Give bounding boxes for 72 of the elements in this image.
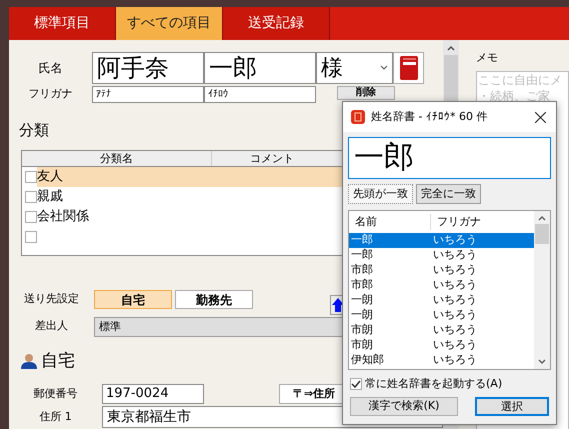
field-label: フリガナ — [28, 86, 74, 102]
honorific-dropdown[interactable]: 様 — [316, 52, 393, 84]
dictionary-button[interactable] — [393, 52, 424, 84]
furigana-cell-text: いちろう — [433, 247, 477, 264]
name-row[interactable]: 一郎 いちろう — [349, 248, 534, 263]
name-cell-text: 市郎 — [350, 262, 374, 278]
match-mode-button[interactable]: 完全に一致 — [416, 184, 481, 204]
last-furigana-field[interactable]: ｱﾃﾅ — [92, 86, 204, 103]
field-label: 郵便番号 — [32, 386, 78, 402]
section-heading: 分類 — [19, 120, 49, 141]
checkbox-label: 常に姓名辞書を起動する(A) — [365, 376, 502, 392]
checkbox[interactable] — [25, 190, 37, 202]
dialog-title: 姓名辞書 - ｲﾁﾛｳ* 60 件 — [371, 108, 488, 125]
name-cell-text: 一朗 — [350, 292, 374, 308]
name-query-field[interactable]: 一郎 — [348, 137, 551, 179]
chevron-up-icon — [447, 45, 455, 51]
tab[interactable]: 送受記録 — [223, 7, 330, 40]
column-header[interactable]: 名前 — [349, 214, 431, 230]
first-furigana-field[interactable]: ｲﾁﾛｳ — [204, 86, 316, 103]
checkbox[interactable] — [25, 170, 37, 182]
furigana-cell-text: いちろう — [433, 262, 477, 278]
chevron-down-icon — [380, 65, 388, 71]
last-name-field[interactable]: 阿手奈 — [92, 52, 204, 84]
field-label: 住所 1 — [38, 408, 73, 425]
tab[interactable]: 標準項目 — [9, 7, 116, 40]
furigana-cell-text: いちろう — [433, 277, 477, 294]
column-header[interactable]: 分類名 — [22, 150, 212, 166]
furigana-cell-text: いちろう — [433, 337, 477, 354]
furigana-cell-text: いちろう — [433, 352, 477, 368]
chevron-down-icon — [538, 359, 546, 365]
checkbox[interactable] — [25, 230, 37, 242]
first-name-field[interactable]: 一郎 — [204, 52, 316, 84]
destination-toggle[interactable]: 自宅 — [94, 290, 172, 308]
name-cell-text: 伊知郎 — [350, 352, 385, 368]
name-row[interactable]: 伊知郎 いちろう — [349, 353, 534, 368]
furigana-cell-text: いちろう — [433, 292, 477, 308]
checkbox[interactable] — [350, 378, 362, 390]
delete-button[interactable]: 削除 — [337, 86, 395, 100]
select-button[interactable]: 選択 — [475, 396, 549, 416]
name-cell-text: 市郎 — [350, 277, 374, 294]
column-header[interactable]: コメント — [212, 150, 332, 166]
name-row[interactable]: 一郎 いちろう — [349, 233, 534, 248]
kanji-search-button[interactable]: 漢字で検索(K) — [350, 396, 458, 416]
chevron-up-icon — [538, 215, 546, 221]
checkbox[interactable] — [25, 210, 37, 222]
tab[interactable]: すべての項目 — [116, 7, 223, 40]
field-label: 差出人 — [34, 318, 69, 334]
match-mode-button[interactable]: 先頭が一致 — [348, 184, 413, 204]
name-cell-text: 市朗 — [350, 337, 374, 354]
postal-code-field[interactable]: 197-0024 — [102, 384, 204, 404]
section-heading: 自宅 — [41, 350, 75, 372]
name-cell-text: 一郎 — [350, 232, 374, 248]
arrow-up-icon — [332, 298, 344, 312]
app-icon — [351, 110, 365, 124]
name-row[interactable]: 市朗 いちろう — [349, 338, 534, 353]
close-button[interactable] — [532, 109, 548, 125]
name-cell-text: 一郎 — [350, 247, 374, 264]
name-row[interactable]: 市郎 いちろう — [349, 263, 534, 278]
scrollbar[interactable] — [534, 211, 550, 369]
destination-toggle[interactable]: 勤務先 — [175, 290, 253, 308]
furigana-cell-text: いちろう — [433, 232, 477, 248]
field-label: 送り先設定 — [23, 290, 80, 307]
book-icon — [400, 56, 418, 80]
memo-label: メモ — [476, 50, 498, 66]
field-label: 氏名 — [38, 60, 64, 77]
name-row[interactable]: 一朗 いちろう — [349, 293, 534, 308]
close-icon — [534, 112, 546, 122]
person-icon — [21, 353, 37, 370]
name-cell-text: 市朗 — [350, 322, 374, 338]
scrollbar-thumb[interactable] — [535, 224, 549, 244]
name-row[interactable]: 市郎 いちろう — [349, 278, 534, 293]
column-header[interactable]: フリガナ — [431, 214, 487, 230]
